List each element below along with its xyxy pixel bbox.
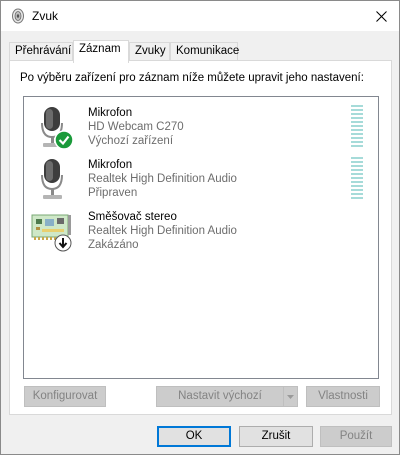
- device-detail: HD Webcam C270: [88, 121, 184, 133]
- ok-button[interactable]: OK: [157, 426, 231, 447]
- configure-button[interactable]: Konfigurovat: [24, 386, 106, 407]
- set-default-dropdown[interactable]: [283, 387, 297, 406]
- cancel-button[interactable]: Zrušit: [239, 426, 313, 447]
- list-item[interactable]: Směšovač stereo Realtek High Definition …: [24, 205, 378, 257]
- device-detail: Realtek High Definition Audio: [88, 225, 237, 237]
- tab-recording[interactable]: Záznam: [73, 40, 129, 63]
- device-name: Mikrofon: [88, 159, 133, 171]
- microphone-icon: [41, 159, 63, 199]
- device-status: Zakázáno: [88, 239, 139, 251]
- tab-sounds[interactable]: Zvuky: [129, 42, 170, 61]
- device-status: Připraven: [88, 187, 138, 199]
- level-meter: [351, 105, 363, 149]
- set-default-label: Nastavit výchozí: [178, 390, 262, 402]
- panel-description: Po výběru zařízení pro záznam níže můžet…: [20, 72, 364, 84]
- tab-communication[interactable]: Komunikace: [170, 42, 239, 61]
- close-button[interactable]: [363, 1, 399, 31]
- apply-button[interactable]: Použít: [320, 426, 392, 447]
- recording-panel: Po výběru zařízení pro záznam níže můžet…: [9, 60, 392, 415]
- device-status: Výchozí zařízení: [88, 135, 174, 147]
- sound-dialog: Zvuk Přehrávání Záznam Zvuky Komunikace …: [0, 0, 400, 455]
- list-item[interactable]: Mikrofon HD Webcam C270 Výchozí zařízení: [24, 101, 378, 153]
- microphone-icon: [41, 107, 74, 150]
- speaker-icon: [12, 8, 24, 24]
- device-name: Mikrofon: [88, 107, 133, 119]
- properties-button[interactable]: Vlastnosti: [306, 386, 380, 407]
- device-name: Směšovač stereo: [88, 211, 177, 223]
- list-item[interactable]: Mikrofon Realtek High Definition Audio P…: [24, 153, 378, 205]
- level-meter: [351, 157, 363, 201]
- default-check-icon: [54, 130, 74, 150]
- title-bar[interactable]: Zvuk: [1, 1, 399, 31]
- device-detail: Realtek High Definition Audio: [88, 173, 237, 185]
- close-icon: [375, 10, 387, 22]
- chevron-down-icon: [287, 395, 294, 399]
- window-title: Zvuk: [32, 9, 59, 23]
- set-default-button[interactable]: Nastavit výchozí: [156, 386, 298, 407]
- sound-card-icon: [31, 214, 72, 252]
- tab-playback[interactable]: Přehrávání: [9, 42, 73, 61]
- device-list[interactable]: Mikrofon HD Webcam C270 Výchozí zařízení…: [23, 96, 379, 379]
